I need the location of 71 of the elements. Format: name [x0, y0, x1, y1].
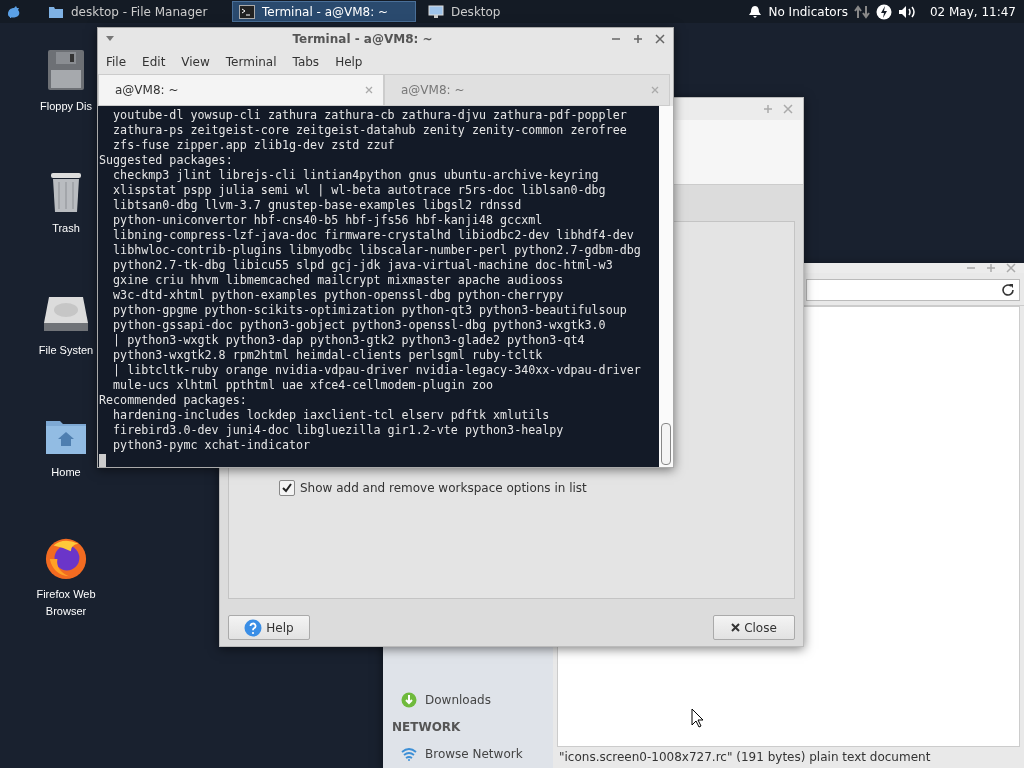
- window-title: Terminal - a@VM8: ~: [291, 32, 434, 46]
- terminal-line: libhwloc-contrib-plugins libmyodbc libscalar-number-perl python2.7-gdbm-dbg: [112, 243, 642, 258]
- terminal-line: firebird3.0-dev juni4-doc libgluezilla gir1.2-vte python3-healpy: [112, 423, 565, 438]
- close-icon[interactable]: [655, 34, 665, 44]
- menu-item[interactable]: Terminal: [217, 55, 285, 69]
- trash-icon[interactable]: [49, 170, 83, 214]
- monitor-icon: [428, 4, 444, 19]
- volume-icon[interactable]: [897, 4, 916, 19]
- sidebar-item[interactable]: Browse Network: [383, 740, 553, 768]
- menu-item[interactable]: View: [173, 55, 218, 69]
- menu-item[interactable]: Tabs: [284, 55, 328, 69]
- pointer-icon: [691, 708, 704, 728]
- indicators-label[interactable]: No Indicators: [768, 4, 848, 19]
- taskbar-button[interactable]: Terminal - a@VM8: ~: [232, 1, 416, 22]
- menu-item[interactable]: Help: [327, 55, 371, 69]
- taskbar-button[interactable]: Desktop: [422, 1, 542, 22]
- terminal-line: libning-compress-lzf-java-doc firmware-crystalhd libiodbc2-dev libhdf4-dev: [112, 228, 635, 243]
- terminal-line: python-gssapi-doc python3-gobject python3-openssl-dbg python3-wxgtk3.0: [112, 318, 607, 333]
- desktop-icon-label[interactable]: Home: [51, 464, 81, 481]
- desktop-icon-label[interactable]: Floppy Dis: [40, 98, 92, 115]
- close-button[interactable]: Close: [713, 615, 795, 640]
- bell-icon[interactable]: [748, 4, 763, 19]
- power-icon[interactable]: [875, 3, 892, 20]
- terminal-line: libtsan0-dbg llvm-3.7 gnustep-base-examples libgsl2 rdnssd: [112, 198, 523, 213]
- terminal-line: python3-pymc xchat-indicator: [112, 438, 312, 453]
- help-icon: [244, 618, 263, 637]
- terminal-icon: [239, 4, 255, 19]
- folder-icon: [48, 4, 64, 19]
- checkbox[interactable]: [279, 480, 295, 496]
- terminal-line: gxine criu hhvm libmemcached mailcrypt mixmaster apache audiooss: [112, 273, 565, 288]
- terminal-line: | python3-wxgtk python3-dap python3-gtk2 python3-glade2 python3-qt4: [112, 333, 586, 348]
- reload-icon[interactable]: [1001, 283, 1015, 297]
- download-icon: [401, 692, 417, 708]
- terminal-line: hardening-includes lockdep iaxclient-tcl elserv pdftk xmlutils: [112, 408, 551, 423]
- location-field[interactable]: [806, 279, 1020, 301]
- terminal-line: python2.7-tk-dbg libicu55 slpd gcj-jdk java-virtual-machine doc-html-w3: [112, 258, 614, 273]
- flame-globe-icon[interactable]: [43, 536, 89, 580]
- close-icon: [731, 623, 741, 632]
- terminal-line: checkmp3 jlint librejs-cli lintian4python gnus ubuntu-archive-keyring: [112, 168, 600, 183]
- desktop-icon-label[interactable]: File Systen: [38, 342, 94, 359]
- terminal-line: zathura-ps zeitgeist-core zeitgeist-datahub zenity zenity-common zerofree: [112, 123, 628, 138]
- terminal-tab[interactable]: a@VM8: ~: [98, 74, 384, 106]
- sidebar-heading: NETWORK: [391, 719, 462, 736]
- terminal-tab[interactable]: a@VM8: ~: [384, 74, 670, 106]
- wifi-icon: [401, 747, 417, 761]
- sidebar-item[interactable]: Downloads: [383, 686, 553, 714]
- taskbar-button[interactable]: desktop - File Manager: [42, 1, 226, 22]
- checkbox-label[interactable]: Show add and remove workspace options in list: [300, 481, 587, 495]
- scrollbar-thumb[interactable]: [661, 423, 671, 465]
- terminal-line: mule-ucs xlhtml ppthtml uae xfce4-cellmodem-plugin zoo: [112, 378, 495, 393]
- menu-item[interactable]: File: [98, 55, 135, 69]
- terminal-line: xlispstat pspp julia semi wl | wl-beta autotrace r5rs-doc liblsan0-dbg: [112, 183, 607, 198]
- terminal-line: w3c-dtd-xhtml python-examples python-openssl-dbg python-cherrypy: [112, 288, 565, 303]
- transfer-arrows-icon[interactable]: [853, 3, 870, 20]
- terminal-line: Suggested packages:: [99, 153, 234, 168]
- maximize-icon[interactable]: [633, 34, 643, 44]
- help-button[interactable]: Help: [228, 615, 310, 640]
- terminal-line: Recommended packages:: [99, 393, 248, 408]
- desktop-icon-label[interactable]: Trash: [52, 220, 80, 237]
- menu-item[interactable]: Edit: [134, 55, 174, 69]
- terminal-line: python3-wxgtk2.8 rpm2html heimdal-clients perlsgml ruby-tcltk: [112, 348, 544, 363]
- text-cursor: [99, 454, 106, 467]
- terminal-line: | libtcltk-ruby orange nvidia-vdpau-driver nvidia-legacy-340xx-vdpau-driver: [112, 363, 642, 378]
- status-text: "icons.screen0-1008x727.rc" (191 bytes) plain text document: [558, 749, 932, 766]
- clock[interactable]: 02 May, 11:47: [929, 4, 1016, 19]
- terminal-line: youtube-dl yowsup-cli zathura zathura-cb zathura-djvu zathura-pdf-poppler: [112, 108, 628, 123]
- terminal-line: python-gpgme python-scikits-optimization python-qt3 python3-beautifulsoup: [112, 303, 628, 318]
- window-menu-icon[interactable]: [106, 36, 114, 42]
- terminal-line: zfs-fuse zipper.app zlib1g-dev zstd zzuf: [112, 138, 396, 153]
- terminal-line: python-uniconvertor hbf-cns40-b5 hbf-jfs56 hbf-kanji48 gccxml: [112, 213, 544, 228]
- desktop-icon-label[interactable]: Firefox Web Browser: [30, 586, 102, 620]
